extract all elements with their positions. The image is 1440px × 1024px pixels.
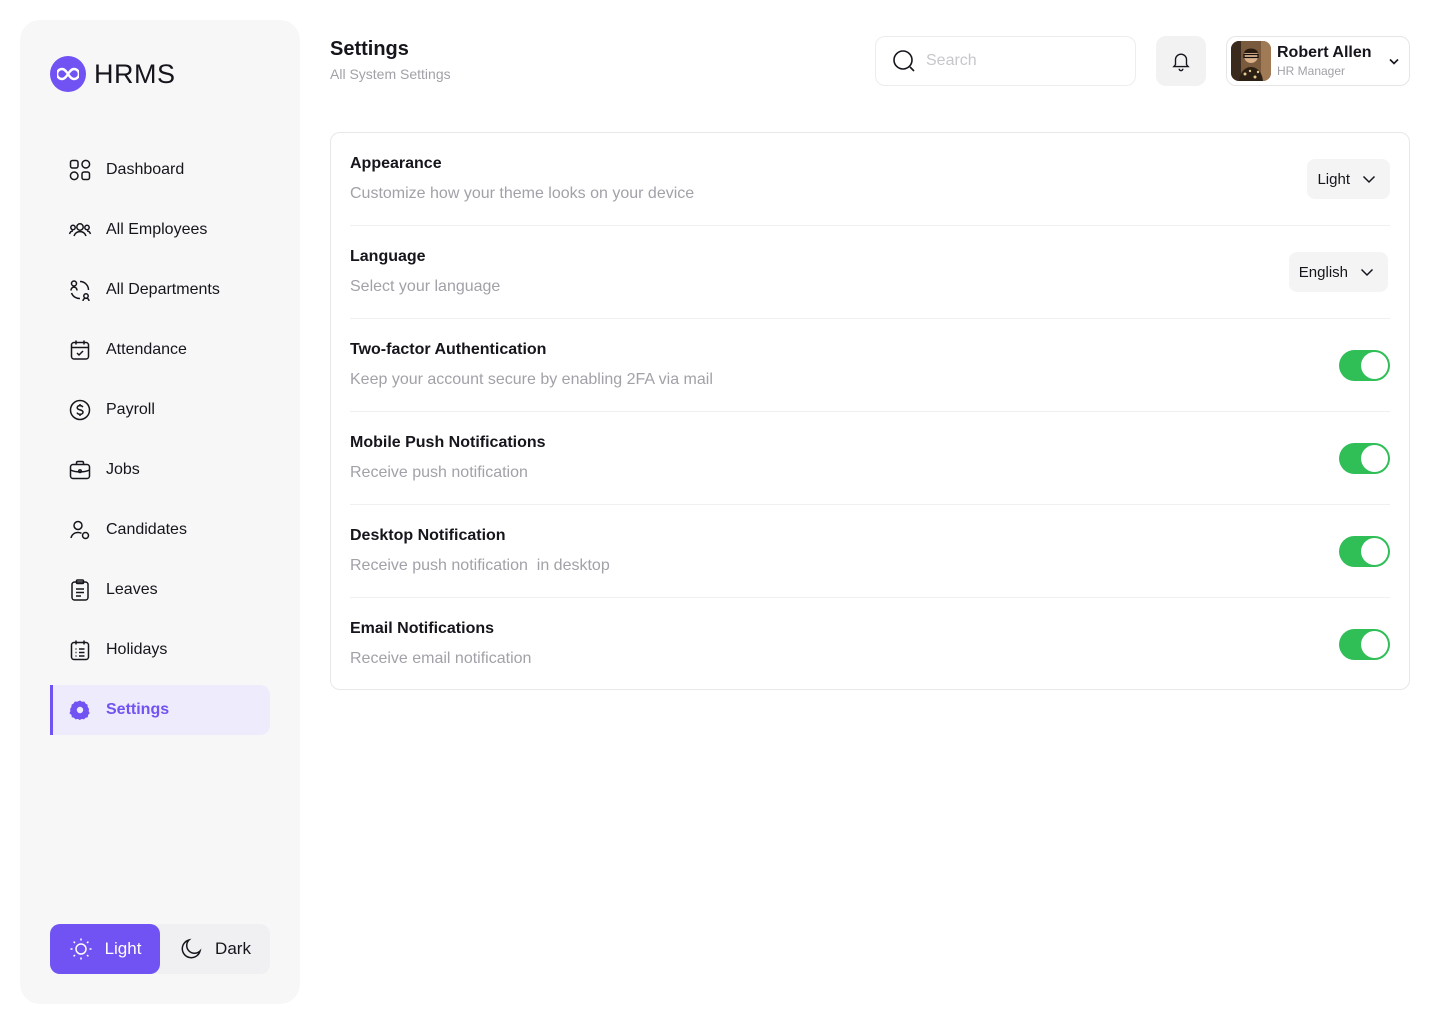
setting-title: Appearance bbox=[350, 155, 442, 172]
setting-description: Receive email notification bbox=[350, 650, 532, 667]
page-subtitle: All System Settings bbox=[330, 66, 451, 82]
user-icon bbox=[70, 520, 90, 540]
setting-description: Customize how your theme looks on your d… bbox=[350, 185, 695, 202]
sidebar-item-holidays[interactable]: Holidays bbox=[50, 625, 270, 675]
setting-title: Language bbox=[350, 248, 426, 265]
desktop-notification-toggle[interactable] bbox=[1339, 536, 1390, 567]
setting-description: Receive push notification in desktop bbox=[350, 557, 610, 574]
user-role: HR Manager bbox=[1277, 64, 1346, 78]
chevron-down-icon bbox=[1360, 268, 1374, 277]
sidebar-item-label: Dashboard bbox=[106, 161, 185, 178]
sidebar-item-label: Attendance bbox=[106, 341, 187, 358]
infinity-logo-icon bbox=[50, 56, 86, 92]
users-icon bbox=[68, 223, 92, 237]
sidebar-item-payroll[interactable]: Payroll bbox=[50, 385, 270, 435]
setting-row-mobile-push: Mobile Push Notifications Receive push n… bbox=[350, 412, 1390, 505]
grid-icon bbox=[69, 159, 91, 181]
search-icon bbox=[893, 50, 915, 72]
sidebar-item-label: Leaves bbox=[106, 581, 158, 598]
settings-card: Appearance Customize how your theme look… bbox=[330, 132, 1410, 690]
toggle-knob bbox=[1361, 352, 1388, 379]
search-box[interactable] bbox=[875, 36, 1136, 86]
setting-row-language: Language Select your language English bbox=[350, 226, 1390, 319]
setting-row-appearance: Appearance Customize how your theme look… bbox=[350, 133, 1390, 226]
toggle-knob bbox=[1361, 445, 1388, 472]
chevron-down-icon bbox=[1389, 58, 1399, 65]
page-title: Settings bbox=[330, 38, 409, 60]
bell-icon bbox=[1172, 53, 1190, 72]
sidebar-item-jobs[interactable]: Jobs bbox=[50, 445, 270, 495]
sidebar-item-label: All Departments bbox=[106, 281, 220, 298]
theme-dark-label: Dark bbox=[215, 939, 251, 958]
departments-icon bbox=[70, 280, 90, 302]
sidebar-item-label: Settings bbox=[106, 701, 170, 718]
toggle-knob bbox=[1361, 538, 1388, 565]
sidebar-item-attendance[interactable]: Attendance bbox=[50, 325, 270, 375]
search-input[interactable] bbox=[926, 52, 1116, 70]
theme-light-label: Light bbox=[104, 939, 142, 958]
sidebar-item-label: Holidays bbox=[106, 641, 168, 658]
chevron-down-icon bbox=[1362, 175, 1376, 184]
user-profile-menu[interactable]: Robert Allen HR Manager bbox=[1226, 36, 1410, 86]
setting-title: Desktop Notification bbox=[350, 527, 506, 544]
profile-text: Robert Allen HR Manager bbox=[1277, 44, 1372, 78]
language-select[interactable]: English bbox=[1288, 252, 1388, 292]
appearance-select[interactable]: Light bbox=[1307, 159, 1390, 199]
setting-description: Receive push notification bbox=[350, 464, 528, 481]
setting-row-email-notifications: Email Notifications Receive email notifi… bbox=[350, 598, 1390, 691]
calendar-check-icon bbox=[70, 340, 90, 360]
sidebar-item-all-employees[interactable]: All Employees bbox=[50, 205, 270, 255]
avatar bbox=[1231, 41, 1271, 81]
setting-title: Mobile Push Notifications bbox=[350, 434, 546, 451]
setting-row-two-factor: Two-factor Authentication Keep your acco… bbox=[350, 319, 1390, 412]
sidebar-nav: Dashboard All Employees All Departments bbox=[50, 145, 270, 745]
sidebar-item-leaves[interactable]: Leaves bbox=[50, 565, 270, 615]
sidebar-item-candidates[interactable]: Candidates bbox=[50, 505, 270, 555]
setting-description: Select your language bbox=[350, 278, 501, 295]
logo[interactable]: HRMS bbox=[50, 56, 176, 92]
theme-dark-button[interactable]: Dark bbox=[160, 924, 270, 974]
moon-icon bbox=[181, 938, 202, 959]
setting-title: Two-factor Authentication bbox=[350, 341, 547, 358]
page-header: Settings All System Settings bbox=[330, 38, 451, 82]
sidebar-item-dashboard[interactable]: Dashboard bbox=[50, 145, 270, 195]
sidebar-item-label: All Employees bbox=[106, 221, 208, 238]
sidebar-item-label: Jobs bbox=[106, 461, 140, 478]
briefcase-icon bbox=[69, 460, 91, 480]
toggle-knob bbox=[1361, 631, 1388, 658]
dollar-circle-icon bbox=[69, 399, 91, 421]
clipboard-icon bbox=[71, 579, 89, 601]
two-factor-toggle[interactable] bbox=[1339, 350, 1390, 381]
sidebar-item-all-departments[interactable]: All Departments bbox=[50, 265, 270, 315]
theme-light-button[interactable]: Light bbox=[50, 924, 160, 974]
sidebar-item-label: Payroll bbox=[106, 401, 155, 418]
appearance-select-value: Light bbox=[1317, 170, 1350, 188]
setting-description: Keep your account secure by enabling 2FA… bbox=[350, 371, 713, 388]
notifications-button[interactable] bbox=[1156, 36, 1206, 86]
calendar-list-icon bbox=[70, 640, 90, 661]
sun-icon bbox=[70, 938, 92, 960]
setting-row-desktop-notification: Desktop Notification Receive push notifi… bbox=[350, 505, 1390, 598]
email-notifications-toggle[interactable] bbox=[1339, 629, 1390, 660]
setting-title: Email Notifications bbox=[350, 620, 495, 637]
brand-name: HRMS bbox=[94, 58, 176, 89]
theme-switch: Light Dark bbox=[50, 924, 270, 974]
user-name: Robert Allen bbox=[1277, 44, 1372, 61]
gear-icon bbox=[69, 700, 90, 720]
sidebar-item-label: Candidates bbox=[106, 521, 187, 538]
mobile-push-toggle[interactable] bbox=[1339, 443, 1390, 474]
sidebar: HRMS Dashboard All Employees All Departm… bbox=[20, 20, 300, 1004]
language-select-value: English bbox=[1298, 263, 1348, 281]
sidebar-item-settings[interactable]: Settings bbox=[50, 685, 270, 735]
